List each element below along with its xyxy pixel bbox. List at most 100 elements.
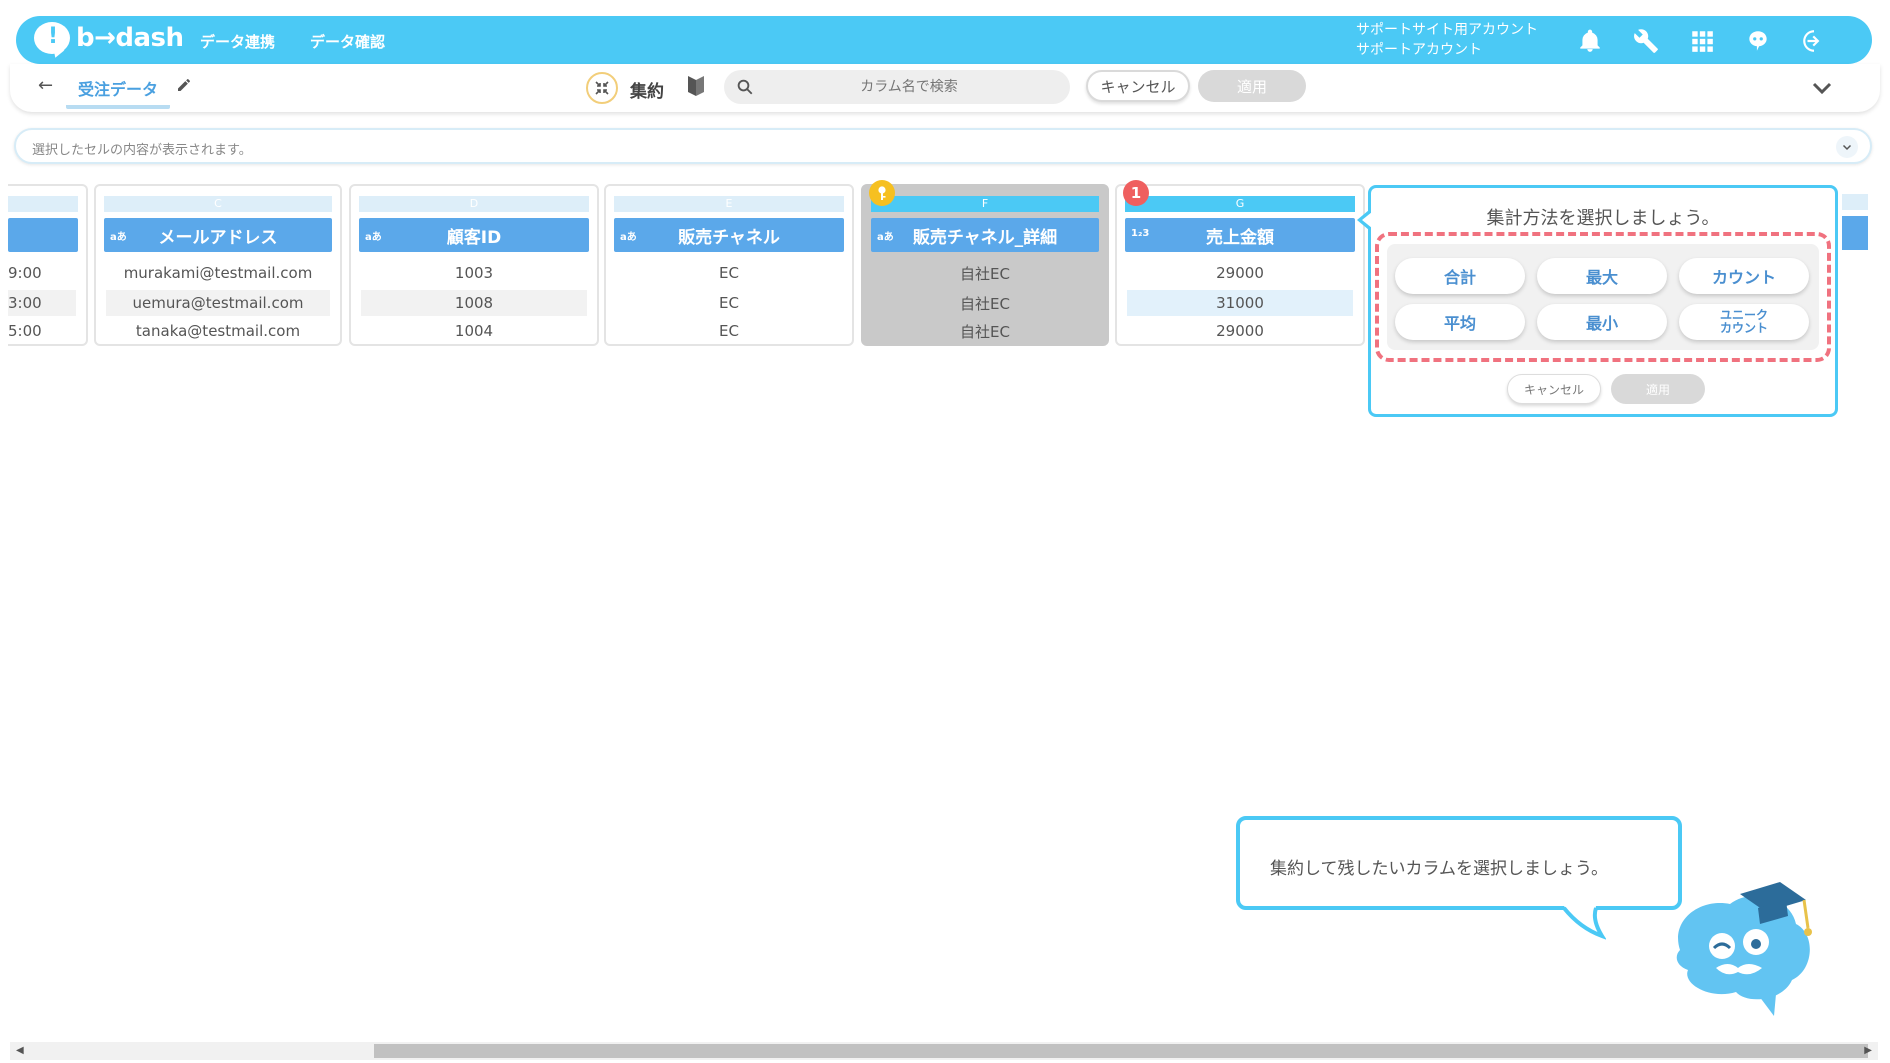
- text-type-icon: aあ: [110, 232, 127, 243]
- text-type-icon: aあ: [365, 232, 382, 243]
- unique-count-button[interactable]: ユニーク カウント: [1679, 304, 1809, 340]
- collapse-arrows-icon: [595, 81, 609, 95]
- number-type-icon: 1₂3: [1131, 228, 1150, 239]
- column-letter: C: [104, 196, 332, 212]
- column-search-input[interactable]: [764, 70, 1054, 104]
- sum-button[interactable]: 合計: [1395, 258, 1525, 294]
- column-header[interactable]: 1₂3 売上金額: [1125, 218, 1355, 252]
- column-header[interactable]: aあ メールアドレス: [104, 218, 332, 252]
- bell-icon[interactable]: [1574, 25, 1606, 57]
- title-area: 受注データ: [66, 76, 171, 109]
- table-cell[interactable]: 1004: [361, 318, 587, 344]
- table-cell[interactable]: 1008: [361, 290, 587, 316]
- bdash-logo[interactable]: ! b→dash: [34, 22, 184, 54]
- column-header[interactable]: [1842, 216, 1868, 250]
- column-card-e[interactable]: E aあ 販売チャネル EC EC EC: [604, 184, 854, 346]
- count-button[interactable]: カウント: [1679, 258, 1809, 294]
- account-role: サポートアカウント: [1356, 42, 1482, 58]
- nav-data-check[interactable]: データ確認: [310, 31, 385, 52]
- speech-bubble-tail: [1562, 906, 1606, 940]
- column-letter: F: [871, 196, 1099, 212]
- column-card-d[interactable]: D aあ 顧客ID 1003 1008 1004: [349, 184, 599, 346]
- table-cell[interactable]: EC: [616, 290, 842, 316]
- table-cell[interactable]: 29000: [1127, 318, 1353, 344]
- table-cell[interactable]: 5:00: [8, 318, 76, 344]
- table-cell[interactable]: EC: [616, 260, 842, 286]
- page-toolbar: ← 受注データ 集約 キャンセル 適用: [10, 64, 1880, 112]
- popup-apply-button[interactable]: 適用: [1611, 374, 1705, 404]
- beginner-guide-icon[interactable]: [686, 74, 706, 102]
- cell-content-bar[interactable]: 選択したセルの内容が表示されます。: [14, 128, 1872, 164]
- table-cell[interactable]: 自社EC: [873, 290, 1097, 316]
- scroll-left-arrow-icon[interactable]: ◀: [16, 1045, 24, 1056]
- cancel-button[interactable]: キャンセル: [1086, 70, 1190, 102]
- table-cell[interactable]: 3:00: [8, 290, 76, 316]
- table-cell[interactable]: murakami@testmail.com: [106, 260, 330, 286]
- table-cell[interactable]: uemura@testmail.com: [106, 290, 330, 316]
- scrollbar-thumb[interactable]: [374, 1044, 1868, 1058]
- column-name: 売上金額: [1206, 227, 1274, 248]
- column-card-partial[interactable]: 9:00 3:00 5:00: [8, 184, 88, 346]
- aggregation-method-popup: 集計方法を選択しましょう。 合計 最大 カウント 平均 最小 ユニーク カウント…: [1357, 185, 1838, 417]
- key-badge-icon: [869, 180, 895, 206]
- logout-icon[interactable]: [1798, 25, 1830, 57]
- mascot-chat-icon[interactable]: [1742, 25, 1774, 57]
- nav-data-integration[interactable]: データ連携: [200, 31, 275, 52]
- account-name: サポートサイト用アカウント: [1356, 22, 1538, 38]
- horizontal-scrollbar[interactable]: ◀ ▶: [10, 1042, 1878, 1060]
- table-cell[interactable]: tanaka@testmail.com: [106, 318, 330, 344]
- edit-pencil-icon[interactable]: [176, 77, 192, 97]
- logo-text: b→dash: [76, 23, 184, 53]
- table-cell[interactable]: EC: [616, 318, 842, 344]
- aggregation-title: 集計方法を選択しましょう。: [1486, 208, 1720, 229]
- mode-label: 集約: [630, 82, 664, 102]
- table-cell[interactable]: 自社EC: [873, 318, 1097, 344]
- table-cell[interactable]: 1003: [361, 260, 587, 286]
- column-letter: D: [359, 196, 589, 212]
- column-card-f[interactable]: F aあ 販売チャネル_詳細 自社EC 自社EC 自社EC: [861, 180, 1109, 346]
- column-name: 販売チャネル_詳細: [912, 227, 1058, 248]
- wrench-icon[interactable]: [1630, 25, 1662, 57]
- average-button[interactable]: 平均: [1395, 304, 1525, 340]
- min-button[interactable]: 最小: [1537, 304, 1667, 340]
- column-name: 販売チャネル: [678, 227, 780, 248]
- popup-cancel-button[interactable]: キャンセル: [1507, 374, 1601, 404]
- order-badge: 1: [1123, 180, 1149, 206]
- mascot-graduate-icon: [1676, 882, 1812, 1016]
- column-header[interactable]: aあ 販売チャネル_詳細: [871, 218, 1099, 252]
- column-header[interactable]: [8, 218, 78, 252]
- logo-bubble-icon: !: [34, 22, 70, 54]
- back-button[interactable]: ←: [38, 75, 53, 96]
- max-button[interactable]: 最大: [1537, 258, 1667, 294]
- search-icon: [737, 79, 753, 95]
- column-header[interactable]: aあ 顧客ID: [359, 218, 589, 252]
- column-letter: [1842, 194, 1868, 210]
- top-header: ! b→dash データ連携 データ確認 サポートサイト用アカウント サポートア…: [16, 16, 1872, 64]
- hint-speech-bubble: 集約して残したいカラムを選択しましょう。: [1236, 816, 1682, 910]
- text-type-icon: aあ: [620, 232, 637, 243]
- hint-text: 集約して残したいカラムを選択しましょう。: [1270, 859, 1608, 879]
- table-cell[interactable]: 9:00: [8, 260, 76, 286]
- apply-button[interactable]: 適用: [1198, 70, 1306, 102]
- table-cell[interactable]: 29000: [1127, 260, 1353, 286]
- table-cell[interactable]: 31000: [1127, 290, 1353, 316]
- column-name: メールアドレス: [158, 227, 278, 248]
- collapse-columns-button[interactable]: [586, 72, 618, 104]
- column-letter: G: [1125, 196, 1355, 212]
- column-card-partial-right[interactable]: [1842, 184, 1868, 346]
- column-letter: E: [614, 196, 844, 212]
- account-info[interactable]: サポートサイト用アカウント サポートアカウント: [1356, 20, 1538, 60]
- chevron-down-icon[interactable]: [1810, 76, 1834, 104]
- scroll-right-arrow-icon[interactable]: ▶: [1864, 1045, 1872, 1056]
- column-card-c[interactable]: C aあ メールアドレス murakami@testmail.com uemur…: [94, 184, 342, 346]
- column-letter: [8, 196, 78, 212]
- column-header[interactable]: aあ 販売チャネル: [614, 218, 844, 252]
- table-cell[interactable]: 自社EC: [873, 260, 1097, 286]
- column-card-g[interactable]: G 1 1₂3 売上金額 29000 31000 29000: [1115, 180, 1365, 346]
- column-search[interactable]: [724, 70, 1070, 104]
- apps-grid-icon[interactable]: [1686, 25, 1718, 57]
- page-title[interactable]: 受注データ: [66, 76, 171, 109]
- cell-content-placeholder: 選択したセルの内容が表示されます。: [32, 143, 252, 158]
- expand-cell-bar-icon[interactable]: [1836, 136, 1858, 158]
- column-name: 顧客ID: [446, 227, 502, 248]
